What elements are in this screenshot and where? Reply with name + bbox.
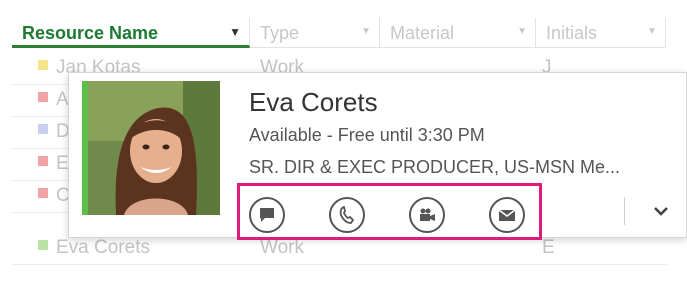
video-call-button[interactable] — [409, 197, 445, 233]
column-header-material[interactable]: Material ▼ — [380, 18, 536, 48]
column-header-label: Material — [390, 23, 455, 43]
column-header-initials[interactable]: Initials ▼ — [536, 18, 666, 48]
email-button[interactable] — [489, 197, 525, 233]
chat-icon — [260, 208, 274, 222]
contact-photo[interactable] — [88, 81, 220, 215]
contact-title: SR. DIR & EXEC PRODUCER, US-MSN Me... — [249, 157, 621, 177]
column-header-type[interactable]: Type ▼ — [250, 18, 380, 48]
resource-marker-icon — [38, 60, 48, 70]
email-icon — [498, 209, 516, 221]
filter-dropdown-icon[interactable]: ▼ — [647, 26, 657, 37]
resource-marker-icon — [38, 92, 48, 102]
contact-status: Available - Free until 3:30 PM — [249, 125, 485, 145]
column-header-label: Resource Name — [22, 23, 159, 43]
column-header-label: Type — [260, 23, 300, 43]
filter-dropdown-icon[interactable]: ▼ — [229, 25, 241, 39]
action-divider — [624, 197, 625, 225]
resource-marker-icon — [38, 240, 48, 250]
resource-name-cell[interactable]: Eva Corets — [56, 237, 150, 259]
column-header-label: Initials — [546, 23, 598, 43]
initials-cell[interactable]: E — [542, 237, 555, 259]
call-button[interactable] — [329, 197, 365, 233]
chat-button[interactable] — [249, 197, 285, 233]
resource-marker-icon — [38, 188, 48, 198]
resource-marker-icon — [38, 156, 48, 166]
contact-card: Eva Corets Available - Free until 3:30 P… — [68, 72, 687, 240]
filter-dropdown-icon[interactable]: ▼ — [517, 26, 527, 37]
video-icon — [420, 208, 435, 221]
chevron-down-icon[interactable] — [649, 199, 673, 223]
resource-marker-icon — [38, 124, 48, 134]
resource-name-cell[interactable]: A — [56, 89, 69, 111]
filter-dropdown-icon[interactable]: ▼ — [361, 26, 371, 37]
phone-icon — [339, 206, 355, 224]
type-cell[interactable]: Work — [260, 237, 304, 259]
resource-name-cell[interactable]: E — [56, 153, 69, 175]
contact-name: Eva Corets — [249, 87, 378, 117]
column-header-resource-name[interactable]: Resource Name ▼ — [12, 18, 250, 48]
